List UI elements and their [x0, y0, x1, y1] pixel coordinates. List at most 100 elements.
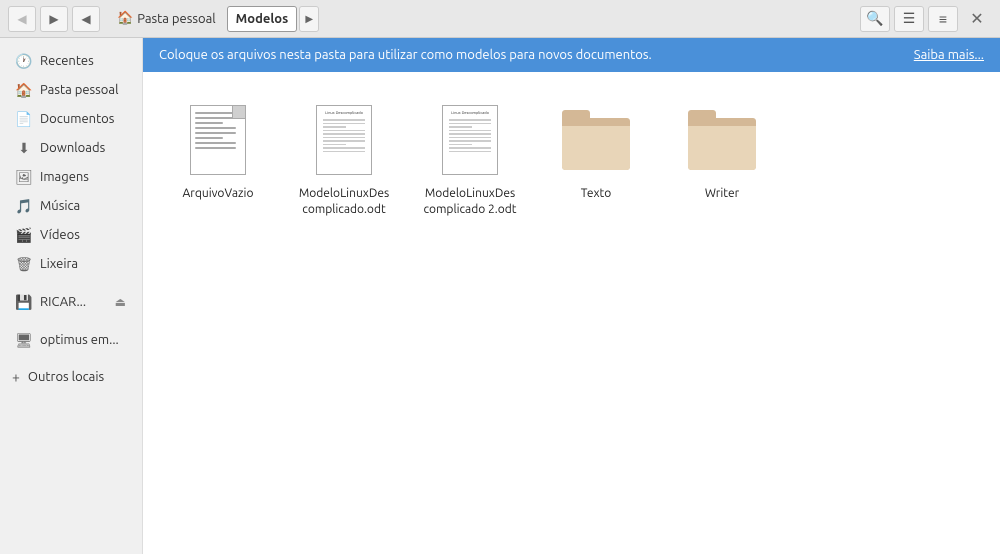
- sidebar-label-recentes: Recentes: [40, 54, 126, 68]
- file-icon-texto: [561, 100, 631, 180]
- breadcrumb: 🏠 Pasta pessoal Modelos ▶: [108, 6, 319, 32]
- tl: [449, 137, 491, 139]
- tl: [449, 144, 472, 146]
- path-arrow[interactable]: ▶: [299, 6, 319, 32]
- menu-button[interactable]: ≡: [928, 6, 958, 32]
- file-name-writer: Writer: [705, 186, 739, 202]
- file-icon-writer: [687, 100, 757, 180]
- search-button[interactable]: 🔍: [860, 6, 890, 32]
- sidebar-label-musica: Música: [40, 199, 126, 213]
- downloads-icon: ⬇: [16, 140, 32, 156]
- template-inner-1: Linux Descomplicado: [317, 106, 371, 174]
- imagens-icon: 🖼: [16, 169, 32, 185]
- file-name-modelo1: ModeloLinuxDescomplicado.odt: [297, 186, 391, 217]
- file-item-modelo1[interactable]: Linux Descomplicado: [289, 92, 399, 225]
- file-name-texto: Texto: [581, 186, 612, 202]
- sidebar-label-pasta-pessoal: Pasta pessoal: [40, 83, 126, 97]
- lixeira-icon: 🗑: [16, 256, 32, 272]
- files-grid: ArquivoVazio Linux Descomplicado: [143, 72, 1000, 245]
- sidebar-item-videos[interactable]: 🎬 Vídeos: [4, 221, 138, 249]
- back-button[interactable]: ◀: [8, 6, 36, 32]
- titlebar: ◀ ▶ ◀ 🏠 Pasta pessoal Modelos ▶ 🔍 ☰ ≡ ✕: [0, 0, 1000, 38]
- info-banner: Coloque os arquivos nesta pasta para uti…: [143, 38, 1000, 72]
- tl: [323, 130, 365, 132]
- doc-line: [195, 122, 223, 124]
- sidebar-item-downloads[interactable]: ⬇ Downloads: [4, 134, 138, 162]
- sidebar-item-recentes[interactable]: 🕐 Recentes: [4, 47, 138, 75]
- tl: [449, 123, 491, 125]
- file-icon-arquivo-vazio: [183, 100, 253, 180]
- sidebar-label-optimus: optimus em...: [40, 333, 126, 347]
- tl: [323, 123, 365, 125]
- sidebar-label-videos: Vídeos: [40, 228, 126, 242]
- forward-button[interactable]: ▶: [40, 6, 68, 32]
- sidebar-item-lixeira[interactable]: 🗑 Lixeira: [4, 250, 138, 278]
- videos-icon: 🎬: [16, 227, 32, 243]
- banner-link[interactable]: Saiba mais...: [914, 48, 984, 62]
- sidebar-item-outros[interactable]: + Outros locais: [0, 363, 142, 391]
- optimus-icon: 🖥: [16, 332, 32, 348]
- sidebar-item-pasta-pessoal[interactable]: 🏠 Pasta pessoal: [4, 76, 138, 104]
- template-icon-1: Linux Descomplicado: [316, 105, 372, 175]
- sidebar-item-ricar[interactable]: 💾 RICAR... ⏏: [4, 288, 138, 316]
- tl: [323, 147, 365, 149]
- tl: [449, 151, 491, 153]
- doc-line: [195, 137, 223, 139]
- sidebar-separator: [0, 279, 142, 287]
- doc-icon: [190, 105, 246, 175]
- tl: [449, 140, 491, 142]
- up-button[interactable]: ◀: [72, 6, 100, 32]
- sidebar-label-imagens: Imagens: [40, 170, 126, 184]
- musica-icon: 🎵: [16, 198, 32, 214]
- sidebar-item-musica[interactable]: 🎵 Música: [4, 192, 138, 220]
- path-current[interactable]: Modelos: [227, 6, 298, 32]
- file-icon-modelo1: Linux Descomplicado: [309, 100, 379, 180]
- pasta-pessoal-icon: 🏠: [16, 82, 32, 98]
- template-icon-2: Linux Descomplicado: [442, 105, 498, 175]
- close-button[interactable]: ✕: [962, 6, 992, 32]
- path-home[interactable]: 🏠 Pasta pessoal: [108, 6, 225, 32]
- file-item-writer[interactable]: Writer: [667, 92, 777, 225]
- path-current-label: Modelos: [236, 12, 289, 26]
- eject-icon[interactable]: ⏏: [115, 295, 126, 309]
- template-header-2: Linux Descomplicado: [447, 110, 493, 115]
- file-name-arquivo-vazio: ArquivoVazio: [183, 186, 254, 202]
- sidebar-label-outros: Outros locais: [28, 370, 104, 384]
- recentes-icon: 🕐: [16, 53, 32, 69]
- file-item-modelo2[interactable]: Linux Descomplicado: [415, 92, 525, 225]
- tl: [323, 144, 346, 146]
- sidebar-label-lixeira: Lixeira: [40, 257, 126, 271]
- path-home-label: Pasta pessoal: [137, 12, 215, 26]
- file-name-modelo2: ModeloLinuxDescomplicado 2.odt: [423, 186, 517, 217]
- sidebar: 🕐 Recentes 🏠 Pasta pessoal 📄 Documentos …: [0, 38, 143, 554]
- doc-line: [195, 147, 236, 149]
- documentos-icon: 📄: [16, 111, 32, 127]
- tl: [323, 119, 365, 121]
- doc-line: [195, 117, 236, 119]
- ricar-icon: 💾: [16, 294, 32, 310]
- tl: [449, 119, 491, 121]
- home-icon: 🏠: [117, 11, 133, 26]
- sidebar-item-imagens[interactable]: 🖼 Imagens: [4, 163, 138, 191]
- banner-text: Coloque os arquivos nesta pasta para uti…: [159, 48, 652, 62]
- sidebar-label-documentos: Documentos: [40, 112, 126, 126]
- outros-plus-icon: +: [12, 369, 20, 385]
- content-area: Coloque os arquivos nesta pasta para uti…: [143, 38, 1000, 554]
- sidebar-item-documentos[interactable]: 📄 Documentos: [4, 105, 138, 133]
- sidebar-item-optimus[interactable]: 🖥 optimus em...: [4, 326, 138, 354]
- sidebar-separator2: [0, 317, 142, 325]
- tl: [449, 147, 491, 149]
- doc-line: [195, 112, 236, 114]
- titlebar-actions: 🔍 ☰ ≡ ✕: [860, 6, 992, 32]
- template-inner-2: Linux Descomplicado: [443, 106, 497, 174]
- doc-line: [195, 127, 236, 129]
- tl: [323, 151, 365, 153]
- tl: [323, 137, 365, 139]
- sidebar-label-downloads: Downloads: [40, 141, 126, 155]
- tl: [323, 133, 365, 135]
- folder-icon-texto: [562, 110, 630, 170]
- file-item-texto[interactable]: Texto: [541, 92, 651, 225]
- file-item-arquivo-vazio[interactable]: ArquivoVazio: [163, 92, 273, 225]
- tl: [449, 130, 491, 132]
- view-toggle-button[interactable]: ☰: [894, 6, 924, 32]
